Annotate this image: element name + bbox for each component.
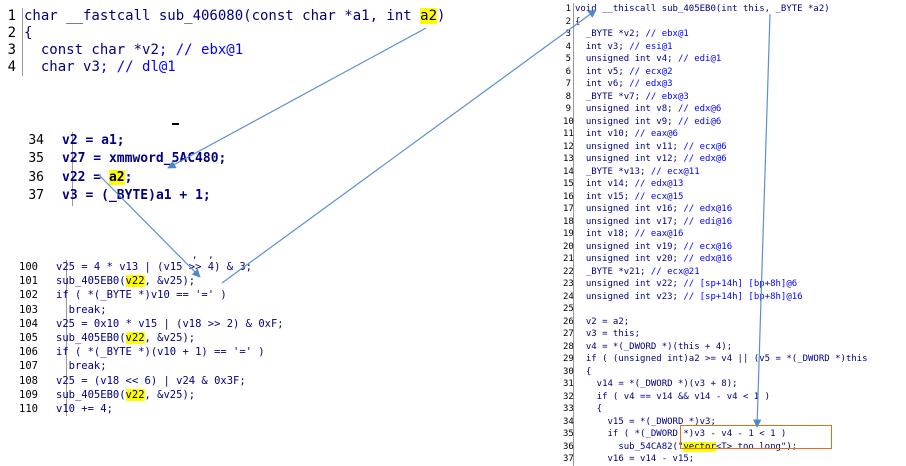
annotation-arrows (97, 9, 771, 428)
arrow-v22-to-call-arg (97, 173, 201, 278)
arrow-call-to-sub-405eb0 (221, 9, 597, 284)
arrow-a2-param-to-v22-assign (167, 27, 427, 169)
arrow-a2-param-to-vector-error (753, 13, 771, 428)
